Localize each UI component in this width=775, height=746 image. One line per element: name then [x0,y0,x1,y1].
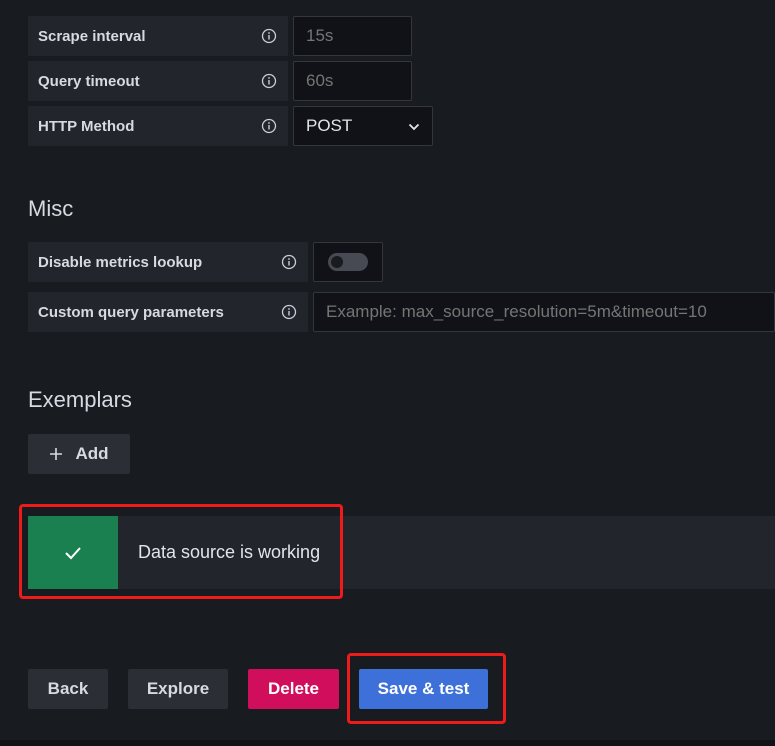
scrape-interval-label-text: Scrape interval [38,27,146,45]
save-and-test-button[interactable]: Save & test [359,669,488,709]
back-button[interactable]: Back [28,669,108,709]
http-method-label: HTTP Method [28,106,288,146]
chevron-down-icon [408,116,420,136]
custom-query-parameters-input[interactable] [313,292,775,332]
info-circle-icon[interactable] [261,118,277,134]
custom-query-parameters-label-text: Custom query parameters [38,303,224,321]
custom-query-parameters-label: Custom query parameters [28,292,308,332]
alert-message: Data source is working [138,542,321,562]
info-circle-icon[interactable] [261,28,277,44]
query-timeout-label: Query timeout [28,61,288,101]
footer-divider [0,740,775,746]
disable-metrics-lookup-label-text: Disable metrics lookup [38,253,203,271]
disable-metrics-lookup-toggle[interactable] [313,242,383,282]
data-source-status-alert: Data source is working [28,516,775,589]
delete-button[interactable]: Delete [248,669,339,709]
explore-button[interactable]: Explore [128,669,228,709]
check-icon [64,546,82,560]
scrape-interval-input[interactable] [293,16,412,56]
misc-section-title: Misc [28,196,74,221]
exemplars-section-title: Exemplars [28,387,132,412]
toggle-track [328,253,368,271]
http-method-select[interactable]: POST [293,106,433,146]
plus-icon [49,447,63,461]
http-method-label-text: HTTP Method [38,117,135,135]
alert-icon-box [28,516,118,589]
add-exemplar-button[interactable]: Add [28,434,130,474]
http-method-value: POST [306,116,353,135]
info-circle-icon[interactable] [281,254,297,270]
query-timeout-label-text: Query timeout [38,72,140,90]
disable-metrics-lookup-label: Disable metrics lookup [28,242,308,282]
query-timeout-input[interactable] [293,61,412,101]
scrape-interval-label: Scrape interval [28,16,288,56]
toggle-knob [331,256,343,268]
info-circle-icon[interactable] [261,73,277,89]
info-circle-icon[interactable] [281,304,297,320]
add-exemplar-label: Add [75,444,109,463]
